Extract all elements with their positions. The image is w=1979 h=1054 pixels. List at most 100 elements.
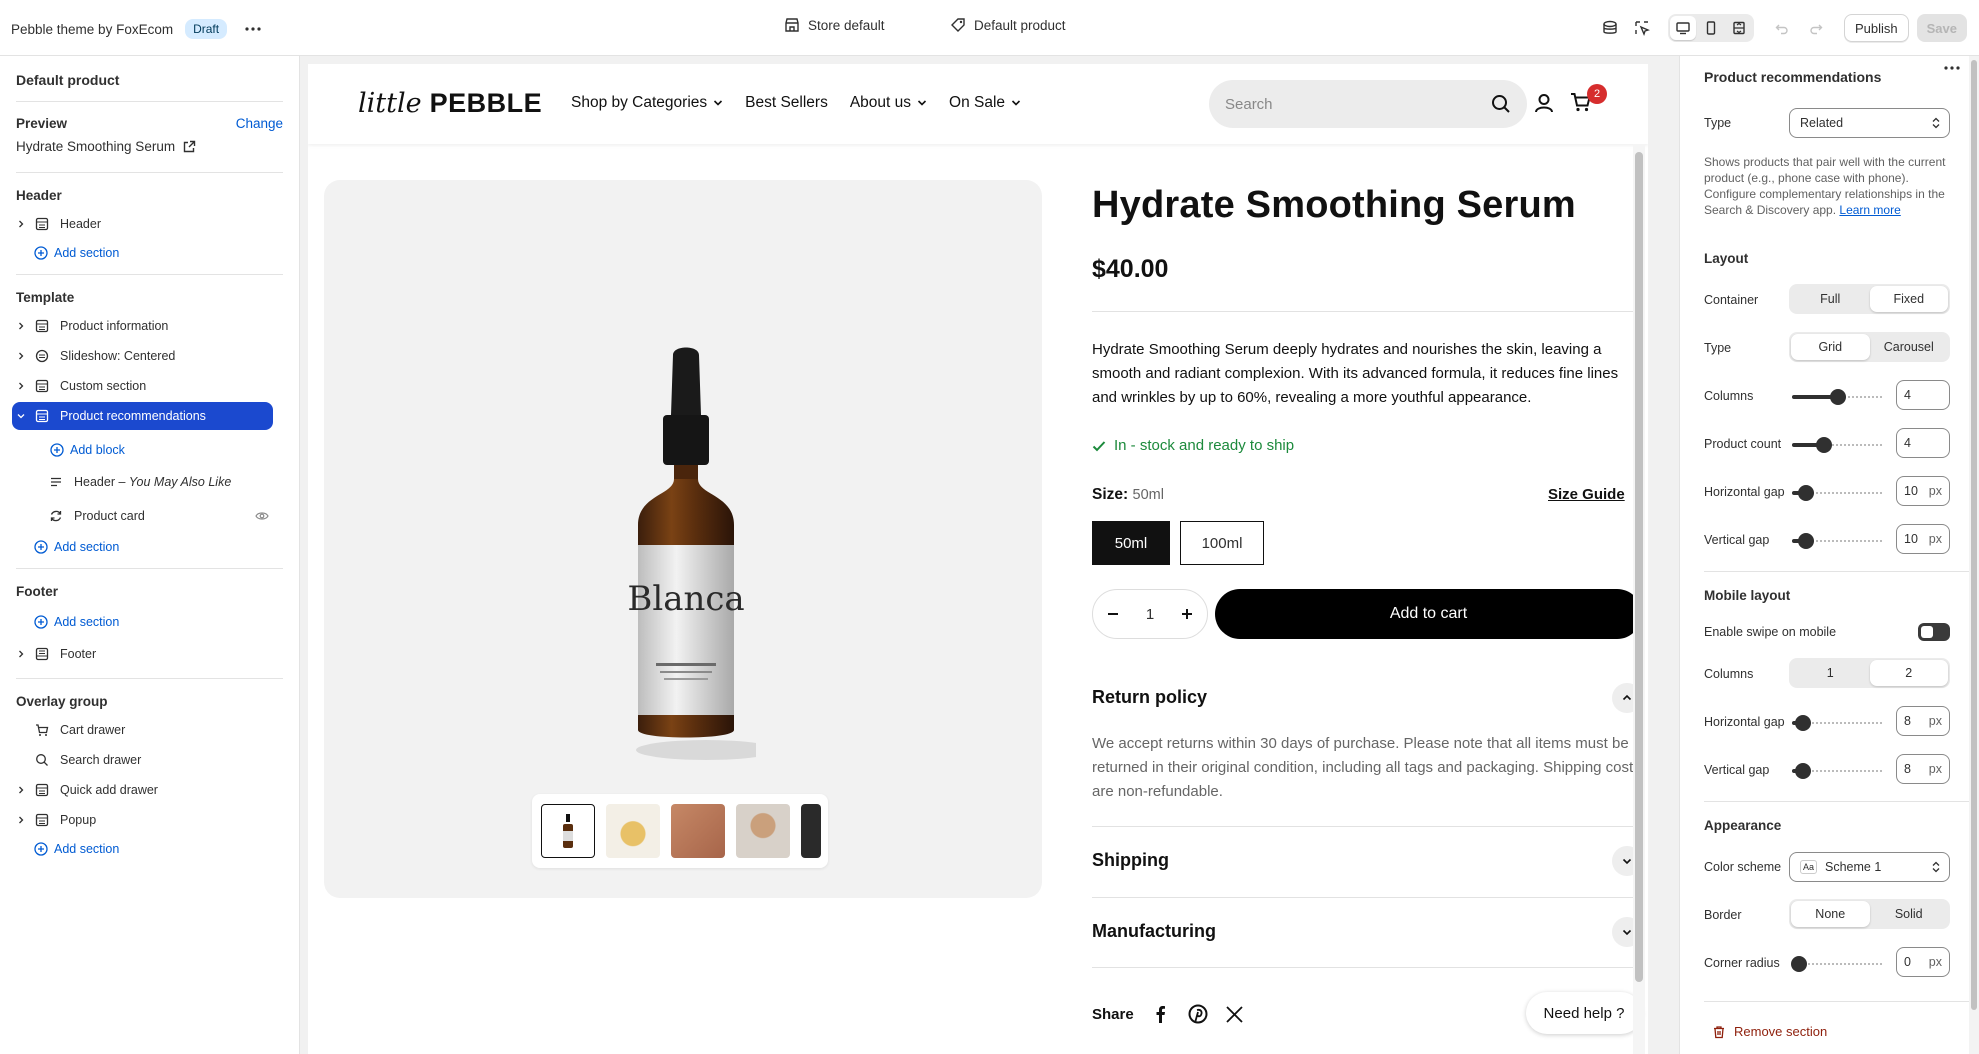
chevron-right-icon[interactable] [12, 816, 30, 824]
settings-scrollbar[interactable] [1969, 56, 1979, 1054]
mobile-columns-option-1[interactable]: 1 [1791, 660, 1870, 686]
section-product-recommendations[interactable]: Product recommendations [12, 402, 273, 430]
chevron-right-icon[interactable] [12, 650, 30, 658]
chevron-right-icon[interactable] [12, 220, 30, 228]
mobile-vertical-gap-slider[interactable] [1792, 763, 1884, 779]
plus-icon[interactable] [1180, 607, 1194, 621]
add-section-label: Add section [54, 615, 120, 629]
chevron-right-icon[interactable] [12, 382, 30, 390]
color-scheme-select[interactable]: Aa Scheme 1 [1789, 852, 1950, 882]
horizontal-gap-slider[interactable] [1792, 485, 1884, 501]
minus-icon[interactable] [1106, 607, 1120, 621]
add-section-header-button[interactable]: Add section [34, 246, 119, 260]
mobile-horizontal-gap-input[interactable]: 8 px [1896, 706, 1950, 736]
product-image[interactable]: Blanca [616, 345, 756, 765]
learn-more-link[interactable]: Learn more [1839, 203, 1900, 217]
nav-best-sellers[interactable]: Best Sellers [745, 94, 828, 112]
accordion-return-policy[interactable]: Return policy [1092, 687, 1207, 708]
desktop-view-button[interactable] [1669, 16, 1696, 40]
thumbnail-bottle[interactable] [541, 804, 595, 858]
facebook-icon[interactable] [1152, 1005, 1170, 1023]
section-quick-add-drawer[interactable]: Quick add drawer [12, 776, 273, 804]
section-cart-drawer[interactable]: Cart drawer [12, 716, 273, 744]
account-icon[interactable] [1534, 93, 1554, 113]
section-footer[interactable]: Footer [12, 640, 273, 668]
scroll-thumb[interactable] [1635, 152, 1643, 982]
remove-section-button[interactable]: Remove section [1712, 1024, 1827, 1039]
section-header[interactable]: Header [12, 210, 273, 238]
border-option-none[interactable]: None [1791, 901, 1870, 927]
container-option-fixed[interactable]: Fixed [1869, 286, 1948, 312]
more-actions-button[interactable] [239, 17, 267, 41]
size-option-50ml[interactable]: 50ml [1092, 521, 1170, 565]
thumbnail-serum-drop[interactable] [606, 804, 660, 858]
size-option-100ml[interactable]: 100ml [1180, 521, 1264, 565]
product-count-slider[interactable] [1792, 437, 1884, 453]
eye-icon[interactable] [255, 509, 269, 523]
size-guide-link[interactable]: Size Guide [1548, 486, 1625, 503]
publish-button[interactable]: Publish [1843, 14, 1909, 42]
corner-radius-input[interactable]: 0 px [1896, 947, 1950, 977]
more-icon[interactable] [1944, 66, 1960, 70]
nav-on-sale[interactable]: On Sale [949, 94, 1021, 112]
chevron-right-icon[interactable] [12, 322, 30, 330]
border-option-solid[interactable]: Solid [1870, 901, 1949, 927]
thumbnail-more[interactable] [801, 804, 821, 858]
search-icon[interactable] [1491, 94, 1511, 114]
chevron-down-icon[interactable] [12, 412, 30, 420]
section-product-information[interactable]: Product information [12, 312, 273, 340]
nav-about-us[interactable]: About us [850, 94, 927, 112]
thumbnail-hand[interactable] [671, 804, 725, 858]
save-button[interactable]: Save [1916, 14, 1967, 42]
container-option-full[interactable]: Full [1791, 286, 1870, 312]
swipe-toggle[interactable] [1918, 623, 1950, 641]
full-width-view-button[interactable] [1726, 16, 1752, 40]
chevron-right-icon[interactable] [12, 352, 30, 360]
section-custom[interactable]: Custom section [12, 372, 273, 400]
redo-button[interactable] [1800, 14, 1832, 42]
mobile-vertical-gap-input[interactable]: 8 px [1896, 754, 1950, 784]
horizontal-gap-input[interactable]: 10 px [1896, 476, 1950, 506]
chevron-right-icon[interactable] [12, 786, 30, 794]
nav-shop-by-categories[interactable]: Shop by Categories [571, 94, 723, 112]
pinterest-icon[interactable] [1188, 1004, 1208, 1024]
add-section-footer-button[interactable]: Add section [34, 615, 119, 629]
add-section-overlay-button[interactable]: Add section [34, 842, 119, 856]
template-selector[interactable]: Default product [950, 17, 1066, 33]
theme-settings-button[interactable] [1594, 14, 1626, 42]
type-select[interactable]: Related [1789, 108, 1950, 138]
block-product-card[interactable]: Product card [44, 502, 273, 530]
layout-option-carousel[interactable]: Carousel [1870, 334, 1949, 360]
x-twitter-icon[interactable] [1226, 1005, 1243, 1023]
columns-slider[interactable] [1792, 389, 1884, 405]
section-search-drawer[interactable]: Search drawer [12, 746, 273, 774]
mobile-columns-option-2[interactable]: 2 [1869, 660, 1948, 686]
section-popup[interactable]: Popup [12, 806, 273, 834]
store-search-input[interactable]: Search [1209, 80, 1527, 128]
thumbnail-model[interactable] [736, 804, 790, 858]
mobile-horizontal-gap-slider[interactable] [1792, 715, 1884, 731]
section-slideshow[interactable]: Slideshow: Centered [12, 342, 273, 370]
store-logo[interactable]: little PEBBLE [358, 88, 542, 119]
preview-scrollbar[interactable] [1633, 144, 1645, 1054]
accordion-shipping[interactable]: Shipping [1092, 850, 1169, 871]
accordion-manufacturing[interactable]: Manufacturing [1092, 921, 1216, 942]
add-to-cart-button[interactable]: Add to cart [1215, 589, 1642, 639]
need-help-button[interactable]: Need help ? [1526, 992, 1642, 1034]
preview-product[interactable]: Hydrate Smoothing Serum [16, 139, 196, 154]
undo-button[interactable] [1766, 14, 1798, 42]
change-preview-link[interactable]: Change [236, 116, 283, 131]
inspector-button[interactable] [1626, 14, 1658, 42]
vertical-gap-slider[interactable] [1792, 533, 1884, 549]
product-count-input[interactable]: 4 [1896, 428, 1950, 458]
vertical-gap-input[interactable]: 10 px [1896, 524, 1950, 554]
layout-option-grid[interactable]: Grid [1791, 334, 1870, 360]
add-block-button[interactable]: Add block [50, 443, 125, 457]
corner-radius-slider[interactable] [1791, 956, 1884, 972]
add-section-template-button[interactable]: Add section [34, 540, 119, 554]
mobile-view-button[interactable] [1698, 16, 1724, 40]
block-header[interactable]: Header – You May Also Like [44, 468, 273, 496]
columns-input[interactable]: 4 [1896, 380, 1950, 410]
store-selector[interactable]: Store default [784, 17, 885, 33]
quantity-value[interactable]: 1 [1146, 606, 1154, 623]
